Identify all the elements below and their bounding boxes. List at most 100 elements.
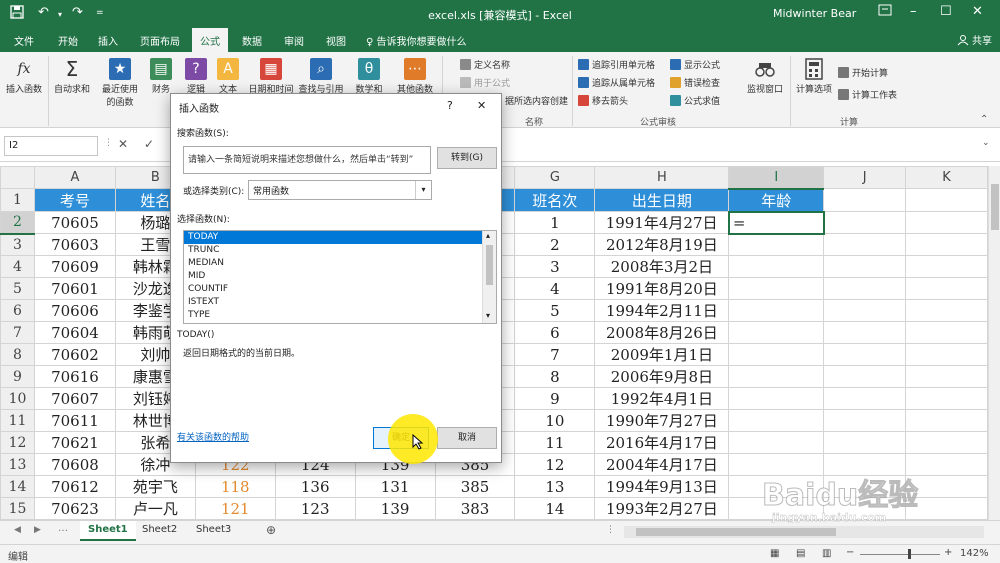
insert-function-button[interactable]: fx 插入函数 bbox=[4, 58, 44, 95]
grid-cell[interactable]: 118 bbox=[194, 475, 276, 498]
column-header[interactable]: H bbox=[594, 166, 730, 189]
grid-cell[interactable] bbox=[905, 387, 988, 410]
autosum-button[interactable]: Σ 自动求和 bbox=[52, 58, 92, 95]
page-layout-view-icon[interactable]: ▤ bbox=[796, 548, 805, 559]
show-formulas-button[interactable]: 显示公式 bbox=[670, 58, 720, 71]
scroll-down-icon[interactable]: ▾ bbox=[486, 311, 490, 320]
recent-functions-button[interactable]: ★ 最近使用的函数 bbox=[98, 58, 142, 108]
list-item-selected[interactable]: TODAY bbox=[184, 231, 496, 244]
row-header[interactable]: 3 bbox=[0, 233, 35, 256]
evaluate-formula-button[interactable]: 公式求值 bbox=[670, 94, 720, 107]
ribbon-display-icon[interactable] bbox=[878, 4, 892, 20]
grid-cell[interactable] bbox=[905, 431, 988, 454]
grid-cell[interactable] bbox=[823, 233, 907, 256]
grid-cell[interactable] bbox=[905, 343, 988, 366]
grid-cell[interactable]: 70605 bbox=[33, 211, 116, 234]
sheet-tab-1[interactable]: Sheet1 bbox=[80, 521, 136, 541]
grid-cell[interactable]: 4 bbox=[514, 277, 596, 300]
grid-cell[interactable]: 70606 bbox=[33, 299, 116, 322]
watch-window-button[interactable]: 监视窗口 bbox=[742, 58, 788, 95]
list-item[interactable]: COUNTIF bbox=[184, 283, 496, 296]
grid-cell[interactable]: 9 bbox=[514, 387, 596, 410]
row-header[interactable]: 14 bbox=[0, 475, 35, 498]
grid-cell[interactable]: 13 bbox=[514, 475, 596, 498]
grid-cell[interactable]: 8 bbox=[514, 365, 596, 388]
grid-cell[interactable]: 2008年8月26日 bbox=[594, 321, 730, 344]
grid-cell[interactable] bbox=[728, 343, 825, 366]
grid-cell[interactable] bbox=[823, 321, 907, 344]
define-name-button[interactable]: 定义名称 bbox=[460, 58, 510, 71]
zoom-slider-thumb[interactable] bbox=[908, 549, 911, 559]
select-all-corner[interactable] bbox=[0, 166, 35, 189]
grid-cell[interactable]: 12 bbox=[514, 453, 596, 476]
math-trig-button[interactable]: θ 数学和 bbox=[352, 58, 386, 95]
grid-cell[interactable] bbox=[905, 299, 988, 322]
grid-cell[interactable]: 70603 bbox=[33, 233, 116, 256]
close-icon[interactable]: ✕ bbox=[972, 4, 983, 19]
next-sheet-icon[interactable]: ▶ bbox=[34, 525, 41, 535]
tab-file[interactable]: 文件 bbox=[14, 33, 34, 48]
row-header[interactable]: 5 bbox=[0, 277, 35, 300]
grid-cell[interactable]: 考号 bbox=[33, 188, 116, 212]
row-header[interactable]: 11 bbox=[0, 409, 35, 432]
grid-cell[interactable] bbox=[728, 387, 825, 410]
grid-cell[interactable]: 70607 bbox=[33, 387, 116, 410]
grid-cell[interactable]: 3 bbox=[514, 255, 596, 278]
grid-cell[interactable] bbox=[823, 409, 907, 432]
function-help-link[interactable]: 有关该函数的帮助 bbox=[177, 430, 249, 443]
grid-cell[interactable] bbox=[728, 233, 825, 256]
use-in-formula-button[interactable]: 用于公式 bbox=[460, 76, 510, 89]
grid-cell[interactable] bbox=[905, 409, 988, 432]
grid-cell[interactable] bbox=[728, 431, 825, 454]
tab-formulas[interactable]: 公式 bbox=[192, 28, 228, 52]
row-header[interactable]: 8 bbox=[0, 343, 35, 366]
grid-cell[interactable]: 1991年8月20日 bbox=[594, 277, 730, 300]
grid-cell[interactable]: 14 bbox=[514, 497, 596, 520]
horizontal-scroll-thumb[interactable] bbox=[636, 528, 836, 536]
trace-precedents-button[interactable]: 追踪引用单元格 bbox=[578, 58, 655, 71]
grid-cell[interactable]: 1994年9月13日 bbox=[594, 475, 730, 498]
row-header[interactable]: 4 bbox=[0, 255, 35, 278]
list-scroll-thumb[interactable] bbox=[486, 245, 493, 285]
grid-cell[interactable]: 2004年4月17日 bbox=[594, 453, 730, 476]
error-checking-button[interactable]: 错误检查 bbox=[670, 76, 720, 89]
grid-cell[interactable]: 70604 bbox=[33, 321, 116, 344]
minimize-icon[interactable]: – bbox=[910, 4, 917, 19]
tab-review[interactable]: 审阅 bbox=[284, 33, 304, 48]
grid-cell[interactable] bbox=[905, 277, 988, 300]
cancel-entry-icon[interactable]: ✕ bbox=[118, 137, 128, 151]
sheet-tab-2[interactable]: Sheet2 bbox=[134, 521, 185, 541]
grid-cell[interactable]: 1993年2月27日 bbox=[594, 497, 730, 520]
grid-cell[interactable]: 卢一凡 bbox=[114, 497, 196, 520]
row-header[interactable]: 10 bbox=[0, 387, 35, 410]
grid-cell[interactable] bbox=[905, 453, 988, 476]
grid-cell[interactable] bbox=[823, 365, 907, 388]
grid-cell[interactable] bbox=[823, 431, 907, 454]
logical-button[interactable]: ? 逻辑 bbox=[184, 58, 208, 95]
calc-options-button[interactable]: 计算选项 bbox=[794, 58, 834, 95]
grid-cell[interactable] bbox=[823, 277, 907, 300]
grid-cell[interactable]: 70608 bbox=[33, 453, 116, 476]
grid-cell[interactable]: 70601 bbox=[33, 277, 116, 300]
active-cell[interactable]: = bbox=[727, 210, 825, 235]
grid-cell[interactable] bbox=[728, 409, 825, 432]
calculate-now-button[interactable]: 开始计算 bbox=[838, 66, 888, 79]
grid-cell[interactable]: 70602 bbox=[33, 343, 116, 366]
row-header[interactable]: 2 bbox=[0, 211, 35, 235]
category-select[interactable]: 常用函数 ▾ bbox=[248, 180, 432, 200]
grid-cell[interactable] bbox=[905, 255, 988, 278]
grid-cell[interactable]: 5 bbox=[514, 299, 596, 322]
page-break-view-icon[interactable]: ▥ bbox=[822, 548, 831, 559]
grid-cell[interactable] bbox=[905, 321, 988, 344]
column-header[interactable]: J bbox=[823, 166, 907, 189]
maximize-icon[interactable]: ☐ bbox=[940, 4, 952, 19]
user-name[interactable]: Midwinter Bear bbox=[773, 7, 856, 20]
grid-cell[interactable]: 1992年4月1日 bbox=[594, 387, 730, 410]
tab-page-layout[interactable]: 页面布局 bbox=[140, 33, 180, 48]
financial-button[interactable]: ▤ 财务 bbox=[148, 58, 174, 95]
dialog-close-icon[interactable]: ✕ bbox=[477, 99, 486, 112]
function-list[interactable]: TODAY TRUNC MEDIAN MID COUNTIF ISTEXT TY… bbox=[183, 230, 497, 324]
list-scrollbar[interactable]: ▴ ▾ bbox=[482, 231, 496, 323]
calculate-sheet-button[interactable]: 计算工作表 bbox=[838, 88, 897, 101]
grid-cell[interactable]: 123 bbox=[274, 497, 356, 520]
